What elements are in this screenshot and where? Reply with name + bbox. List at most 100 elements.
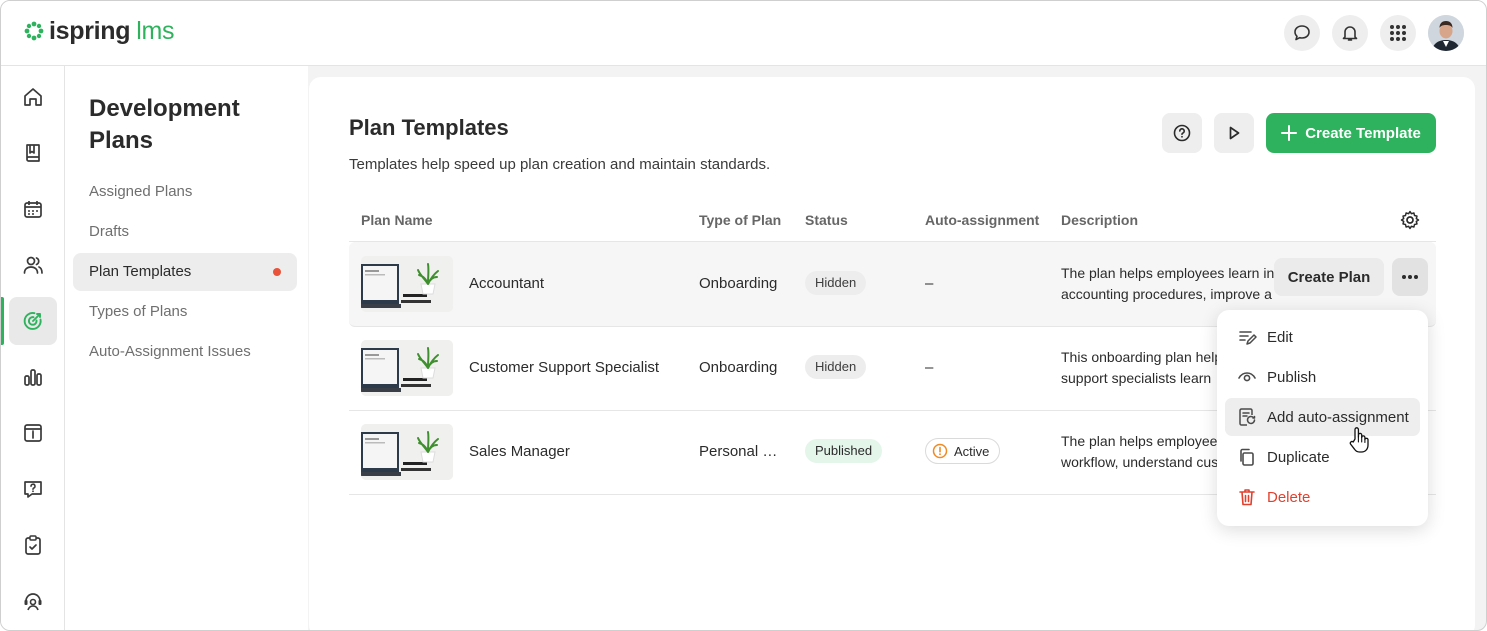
nav-label: Auto-Assignment Issues [89,343,251,360]
top-header: ispring lms [1,1,1486,66]
chat-icon [1294,25,1310,41]
plan-thumbnail [361,256,453,312]
rail-users[interactable] [9,241,57,289]
ispring-flower-icon [24,21,44,41]
nav-types-of-plans[interactable]: Types of Plans [73,293,297,331]
nav-auto-assignment-issues[interactable]: Auto-Assignment Issues [73,333,297,371]
rail-questions[interactable] [9,465,57,513]
help-button[interactable] [1162,113,1202,153]
eye-icon [1238,372,1256,382]
avatar-portrait-icon [1428,15,1464,51]
auto-assignment-value: – [925,359,934,376]
nav-label: Types of Plans [89,303,188,320]
create-plan-button[interactable]: Create Plan [1274,258,1384,296]
rail-tasks[interactable] [9,521,57,569]
user-avatar[interactable] [1428,15,1464,51]
menu-duplicate[interactable]: Duplicate [1225,438,1420,476]
target-icon [23,312,42,330]
nav-drafts[interactable]: Drafts [73,213,297,251]
help-circle-icon [1173,124,1191,142]
rail-support[interactable] [9,577,57,625]
row-more-button[interactable] [1392,258,1428,296]
calendar-icon [24,201,42,218]
page-subtitle: Templates help speed up plan creation an… [349,156,771,173]
plan-name[interactable]: Sales Manager [469,443,570,460]
plan-type: Personal development [699,443,783,460]
row-actions-menu: Edit Publish Add auto-assignment Duplica… [1217,310,1428,526]
plan-thumbnail [361,340,453,396]
auto-assignment-value: – [925,275,934,292]
description-line: The plan helps employees learn in [1061,265,1275,281]
play-video-button[interactable] [1214,113,1254,153]
play-icon [1229,126,1240,140]
nav-label: Drafts [89,223,130,240]
gear-icon [1400,210,1420,230]
archive-icon [24,424,42,442]
create-template-label: Create Template [1305,124,1421,142]
notification-dot [273,268,281,276]
question-icon [24,481,42,498]
plan-name[interactable]: Customer Support Specialist [469,359,659,376]
rail-reports[interactable] [9,353,57,401]
home-icon [24,88,42,106]
section-title: Development Plans [89,95,240,154]
menu-label: Add auto-assignment [1267,408,1409,426]
menu-publish[interactable]: Publish [1225,358,1420,396]
page-title: Plan Templates [349,115,509,140]
menu-add-auto-assignment[interactable]: Add auto-assignment [1225,398,1420,436]
menu-delete[interactable]: Delete [1225,478,1420,516]
ispring-logo[interactable]: ispring lms [23,16,175,46]
menu-label: Publish [1267,368,1317,386]
col-status[interactable]: Status [805,212,848,228]
status-badge: Published [805,439,883,463]
plus-icon [1281,125,1298,141]
bell-icon [1342,26,1358,41]
col-type-of-plan[interactable]: Type of Plan [699,212,781,228]
notifications-button[interactable] [1332,15,1368,51]
plan-type: Onboarding [699,359,778,376]
auto-assign-icon [1239,408,1256,426]
auto-assignment-status[interactable]: Active [925,438,1001,464]
hand-cursor-icon [1348,426,1370,459]
edit-list-icon [1239,331,1257,345]
laptop-plant-thumbnail-icon [361,424,453,480]
chat-button[interactable] [1284,15,1320,51]
laptop-plant-thumbnail-icon [361,340,453,396]
laptop-plant-thumbnail-icon [361,256,453,312]
trash-icon [1239,489,1255,506]
menu-edit[interactable]: Edit [1225,318,1420,356]
plan-name[interactable]: Accountant [469,275,544,292]
create-template-button[interactable]: Create Template [1266,113,1436,153]
section-nav: Development Plans Assigned Plans Drafts … [65,66,308,630]
nav-assigned-plans[interactable]: Assigned Plans [73,173,297,211]
status-badge: Hidden [805,355,867,379]
rail-home[interactable] [9,73,57,121]
rail-development-plans[interactable] [9,297,57,345]
apps-grid-icon [1390,25,1406,41]
users-icon [23,256,43,274]
col-auto-assignment[interactable]: Auto-assignment [925,212,1039,228]
col-description[interactable]: Description [1061,212,1138,228]
column-settings-button[interactable] [1399,209,1421,236]
logo-word-ispring: ispring [49,17,131,45]
nav-plan-templates[interactable]: Plan Templates [73,253,297,291]
support-agent-icon [24,593,42,611]
logo-word-lms: lms [136,17,175,45]
status-badge: Hidden [805,271,867,295]
menu-label: Edit [1267,328,1293,346]
book-icon [26,144,40,162]
rail-active-indicator [1,297,4,345]
nav-label: Assigned Plans [89,183,193,200]
rail-calendar[interactable] [9,185,57,233]
plan-type: Onboarding [699,275,778,292]
rail-courses[interactable] [9,129,57,177]
menu-label: Duplicate [1267,448,1330,466]
rail-info[interactable] [9,409,57,457]
app-window: ispring lms Development Plans Assigned P… [0,0,1487,631]
col-plan-name[interactable]: Plan Name [361,212,433,228]
menu-label: Delete [1267,488,1311,506]
plan-thumbnail [361,424,453,480]
nav-label: Plan Templates [89,263,192,280]
warning-circle-icon [932,443,948,459]
apps-button[interactable] [1380,15,1416,51]
